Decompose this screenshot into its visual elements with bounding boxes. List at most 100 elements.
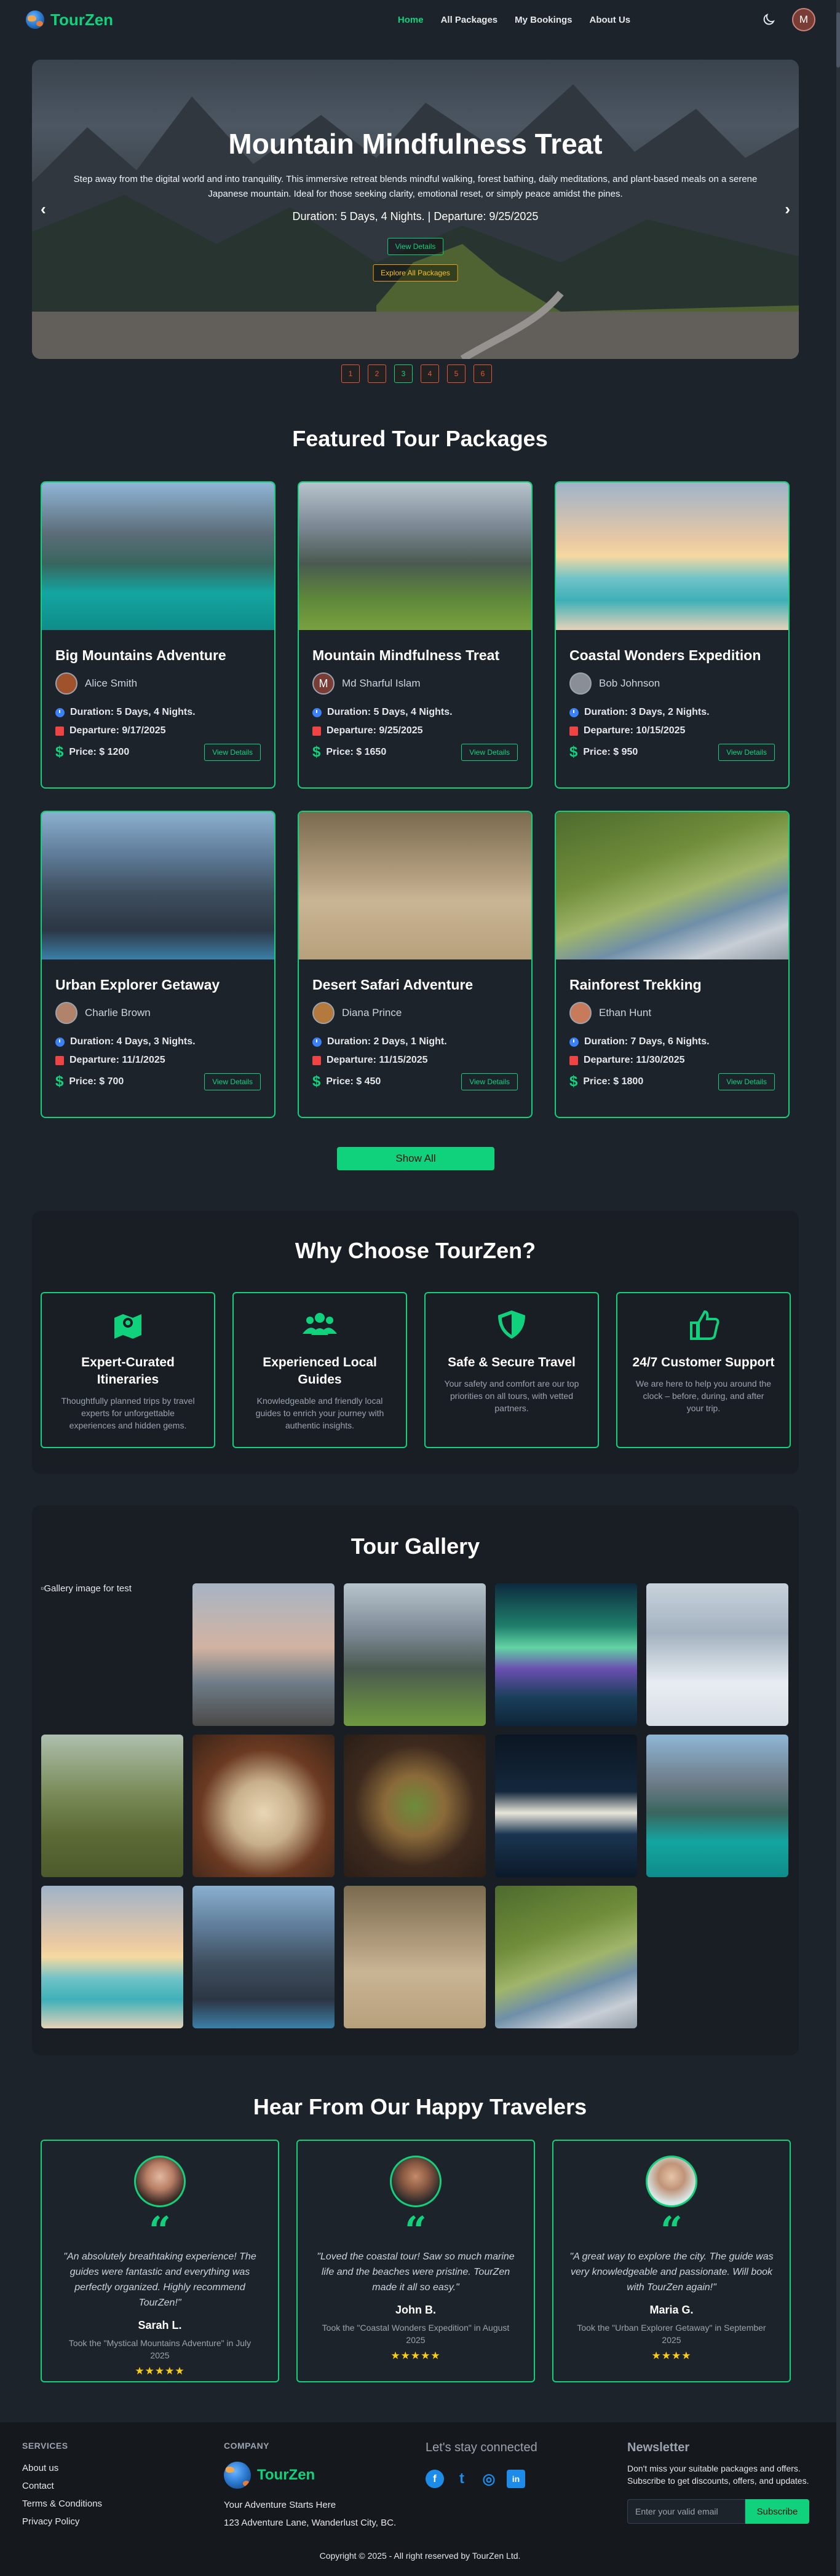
view-details-button[interactable]: View Details: [461, 1073, 518, 1090]
brand-logo[interactable]: TourZen: [26, 10, 113, 30]
price-row: $ Price: $ 450 View Details: [312, 1073, 531, 1090]
feature-text: Knowledgeable and friendly local guides …: [255, 1396, 384, 1430]
nav-link-about-us[interactable]: About Us: [589, 15, 630, 25]
nav-link-my-bookings[interactable]: My Bookings: [515, 15, 572, 25]
twitter-icon[interactable]: t: [453, 2470, 471, 2488]
package-card: Mountain Mindfulness Treat M Md Sharful I…: [298, 481, 533, 789]
gallery-image[interactable]: [192, 1886, 335, 2028]
feature-card: 24/7 Customer Support We are here to hel…: [616, 1292, 791, 1448]
guide-avatar: [569, 1002, 592, 1024]
nav-link-all-packages[interactable]: All Packages: [441, 15, 498, 25]
footer-link-contact[interactable]: Contact: [22, 2481, 102, 2491]
package-guide: M Md Sharful Islam: [312, 672, 531, 695]
package-card: Big Mountains Adventure Alice Smith Dura…: [41, 481, 275, 789]
gallery-image[interactable]: [344, 1735, 486, 1877]
dollar-icon: $: [569, 1073, 578, 1090]
show-all-button[interactable]: Show All: [337, 1147, 494, 1170]
carousel-page-2[interactable]: 2: [368, 364, 386, 383]
scrollbar[interactable]: [836, 0, 840, 2576]
package-duration: Duration: 2 Days, 1 Night.: [327, 1036, 447, 1047]
hero-view-details-button[interactable]: View Details: [387, 238, 444, 255]
feature-title: Expert-Curated Itineraries: [81, 1355, 175, 1387]
package-image: [42, 483, 274, 630]
instagram-icon[interactable]: ◎: [480, 2470, 498, 2488]
gallery-image[interactable]: [646, 1735, 788, 1877]
price-row: $ Price: $ 1800 View Details: [569, 1073, 788, 1090]
departure-row: Departure: 9/25/2025: [312, 725, 531, 736]
hero-title: Mountain Mindfulness Treat: [228, 128, 603, 160]
featured-title: Featured Tour Packages: [292, 426, 548, 451]
view-details-button[interactable]: View Details: [461, 744, 518, 761]
gallery-image[interactable]: [495, 1583, 637, 1726]
carousel-pagination: 1 2 3 4 5 6: [341, 364, 492, 383]
footer-link-terms[interactable]: Terms & Conditions: [22, 2499, 102, 2509]
email-input[interactable]: Enter your valid email: [627, 2499, 745, 2524]
carousel-prev-icon[interactable]: ‹: [41, 200, 46, 219]
testimonial-quote: "A great way to explore the city. The gu…: [569, 2251, 774, 2293]
view-details-button[interactable]: View Details: [204, 744, 261, 761]
package-departure: Departure: 9/17/2025: [69, 725, 166, 736]
package-guide: Charlie Brown: [55, 1002, 274, 1024]
gallery-image[interactable]: [495, 1735, 637, 1877]
footer-link-privacy[interactable]: Privacy Policy: [22, 2516, 102, 2527]
package-price: Price: $ 1650: [326, 747, 387, 757]
carousel-page-1[interactable]: 1: [341, 364, 360, 383]
duration-row: Duration: 4 Days, 3 Nights.: [55, 1036, 274, 1047]
linkedin-icon[interactable]: in: [507, 2470, 525, 2488]
package-title: Desert Safari Adventure: [312, 977, 473, 993]
gallery-image[interactable]: [344, 1583, 486, 1726]
traveler-trip: Took the "Mystical Mountains Adventure" …: [68, 2338, 252, 2360]
traveler-avatar: [134, 2156, 186, 2207]
traveler-name: John B.: [395, 2304, 436, 2316]
subscribe-button[interactable]: Subscribe: [745, 2499, 809, 2524]
broken-gallery-image[interactable]: ▫Gallery image for test: [41, 1583, 132, 1594]
thumbs-up-icon: [690, 1310, 719, 1340]
view-details-button[interactable]: View Details: [204, 1073, 261, 1090]
carousel-page-6[interactable]: 6: [473, 364, 492, 383]
gallery-image[interactable]: [41, 1735, 183, 1877]
clock-icon: [312, 1037, 322, 1047]
carousel-page-3[interactable]: 3: [394, 364, 413, 383]
package-info: Duration: 5 Days, 4 Nights. Departure: 9…: [312, 707, 531, 761]
testimonial-card: “ "A great way to explore the city. The …: [552, 2140, 791, 2382]
view-details-button[interactable]: View Details: [718, 744, 775, 761]
view-details-button[interactable]: View Details: [718, 1073, 775, 1090]
nav-actions: M: [761, 8, 815, 31]
package-info: Duration: 3 Days, 2 Nights. Departure: 1…: [569, 707, 788, 761]
gallery-title: Tour Gallery: [351, 1534, 480, 1559]
feature-title: Safe & Secure Travel: [448, 1355, 576, 1369]
gallery-image[interactable]: [495, 1886, 637, 2028]
carousel-next-icon[interactable]: ›: [785, 200, 790, 219]
price-row: $ Price: $ 700 View Details: [55, 1073, 274, 1090]
feature-card: Safe & Secure Travel Your safety and com…: [424, 1292, 599, 1448]
carousel-page-4[interactable]: 4: [421, 364, 439, 383]
gallery-image[interactable]: [344, 1886, 486, 2028]
gallery-image[interactable]: [646, 1583, 788, 1726]
facebook-icon[interactable]: f: [426, 2470, 444, 2488]
package-info: Duration: 2 Days, 1 Night. Departure: 11…: [312, 1036, 531, 1090]
package-price: Price: $ 1800: [583, 1076, 644, 1087]
carousel-page-5[interactable]: 5: [447, 364, 466, 383]
copyright: Copyright © 2025 - All right reserved by…: [319, 2551, 521, 2561]
package-guide: Diana Prince: [312, 1002, 531, 1024]
gallery-image[interactable]: [192, 1735, 335, 1877]
dollar-icon: $: [55, 1073, 64, 1090]
dollar-icon: $: [55, 744, 64, 760]
footer-link-about[interactable]: About us: [22, 2463, 102, 2473]
package-departure: Departure: 11/1/2025: [69, 1055, 165, 1065]
moon-icon[interactable]: [761, 12, 776, 27]
feature-title: Experienced Local Guides: [263, 1355, 377, 1387]
why-choose-section: Why Choose TourZen? Expert-Curated Itine…: [32, 1211, 799, 1474]
nav-link-home[interactable]: Home: [398, 15, 424, 25]
gallery-image[interactable]: [192, 1583, 335, 1726]
package-info: Duration: 4 Days, 3 Nights. Departure: 1…: [55, 1036, 274, 1090]
hero-explore-all-button[interactable]: Explore All Packages: [373, 264, 458, 282]
testimonial-card: “ "An absolutely breathtaking experience…: [41, 2140, 279, 2382]
footer-brand-logo[interactable]: TourZen: [224, 2462, 396, 2489]
scrollbar-thumb[interactable]: [836, 12, 840, 68]
duration-row: Duration: 2 Days, 1 Night.: [312, 1036, 531, 1047]
user-avatar[interactable]: M: [791, 8, 815, 31]
gallery-image[interactable]: [41, 1886, 183, 2028]
package-guide: Ethan Hunt: [569, 1002, 788, 1024]
footer-brand-name: TourZen: [257, 2467, 315, 2483]
